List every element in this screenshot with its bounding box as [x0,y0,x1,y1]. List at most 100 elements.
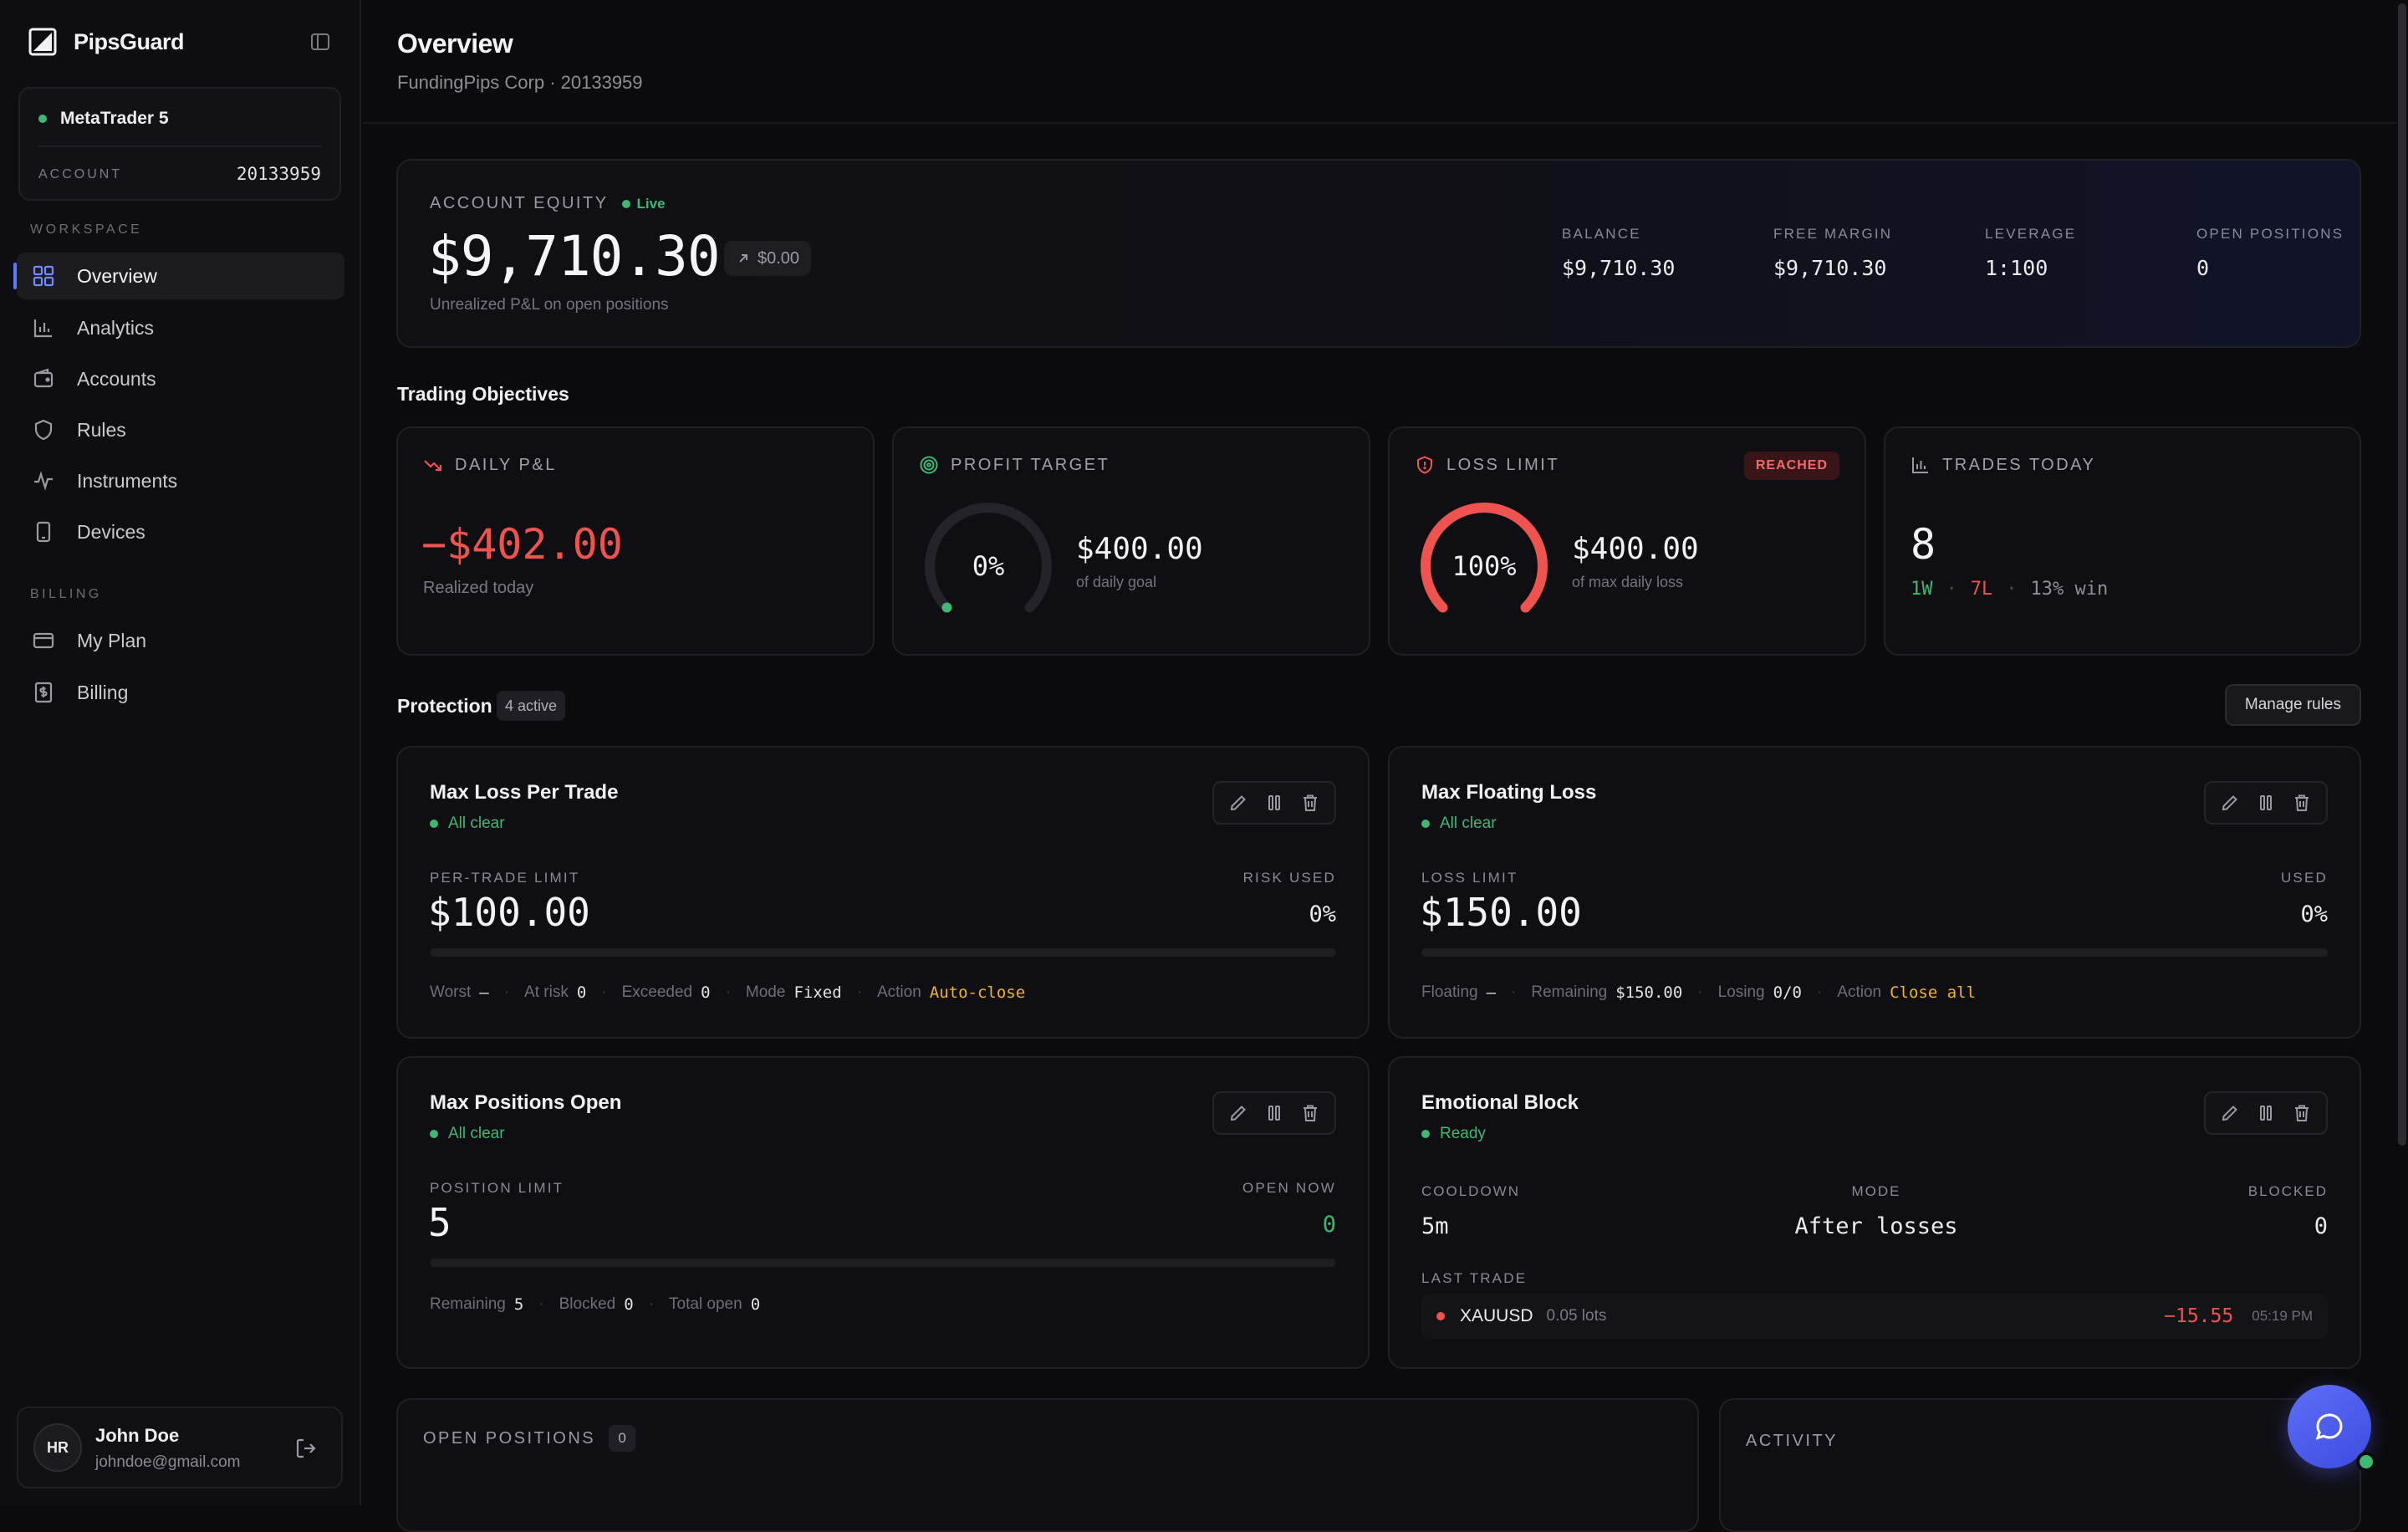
edit-icon[interactable] [2220,793,2240,813]
blocked-value: 0 [2314,1213,2328,1239]
sidebar-item-my-plan[interactable]: My Plan [17,617,344,664]
sidebar-item-accounts[interactable]: Accounts [17,355,344,402]
trash-icon[interactable] [2292,1103,2312,1123]
mode-label: MODE [1851,1183,1901,1199]
open-positions-header: OPEN POSITIONS 0 [423,1425,636,1452]
profit-target-note: of daily goal [1076,574,1157,590]
account-equity-card: ACCOUNT EQUITY Live $9,710.30 $0.00 Unre… [396,159,2361,348]
logout-icon[interactable] [294,1437,318,1460]
pause-icon[interactable] [2256,793,2276,813]
open-positions-count: 0 [609,1425,636,1452]
last-trade-label: LAST TRADE [1421,1270,1528,1286]
footer-key: Action [876,983,921,1001]
limit-value: 5 [428,1200,452,1245]
trash-icon[interactable] [1300,1103,1320,1123]
grid-icon [33,265,54,287]
rule-status-text: All clear [448,1125,505,1142]
status-dot [1421,820,1430,828]
separator: · [1511,983,1517,1001]
sidebar-item-analytics[interactable]: Analytics [17,304,344,351]
usage-progress [430,948,1336,957]
equity-change: $0.00 [758,248,800,268]
separator: · [856,983,862,1001]
connected-indicator [38,115,47,123]
active-indicator [13,263,17,289]
sidebar-item-billing[interactable]: Billing [17,669,344,716]
chat-bubble-icon [2315,1413,2343,1440]
footer-key: Floating [1421,983,1478,1001]
user-email: johndoe@gmail.com [95,1453,241,1471]
scrollbar-thumb[interactable] [2398,3,2406,1146]
stat-label: BALANCE [1562,226,1641,242]
sidebar-item-instruments[interactable]: Instruments [17,457,344,504]
pause-icon[interactable] [1264,1103,1284,1123]
sidebar-collapse-icon[interactable] [309,31,331,53]
limit-label: LOSS LIMIT [1421,870,1518,886]
stat-free-margin: FREE MARGIN $9,710.30 [1773,226,1892,280]
last-trade-row[interactable]: XAUUSD 0.05 lots −15.55 05:19 PM [1421,1294,2328,1339]
limit-label: POSITION LIMIT [430,1180,564,1196]
page-title: Overview [397,28,513,59]
platform-name: MetaTrader 5 [60,109,169,128]
footer-value: 0 [576,983,587,1002]
footer-key: Mode [745,983,786,1001]
rule-status-text: All clear [1440,815,1497,832]
rule-card-emotional-block: Emotional Block Ready COOLDOWN 5m MODE A… [1388,1056,2361,1369]
limit-value: $150.00 [1420,890,1582,935]
pause-icon[interactable] [1264,793,1284,813]
bar-chart-icon [33,319,52,338]
pause-icon[interactable] [2256,1103,2276,1123]
separator: · [1697,983,1703,1001]
shield-icon [34,419,53,441]
footer-value: 0/0 [1773,983,1802,1002]
avatar[interactable]: HR [33,1423,82,1472]
sidebar-item-devices[interactable]: Devices [17,508,344,555]
stat-label: OPEN POSITIONS [2196,226,2344,242]
divider [38,146,321,147]
rule-actions [2204,781,2328,825]
wins-count: 1W [1911,579,1933,600]
bar-chart-icon [1912,457,1928,473]
shield-alert-icon [1417,456,1432,474]
status-dot [430,820,438,828]
main-content: Overview FundingPips Corp · 20133959 ACC… [363,0,2396,1532]
sidebar-item-label: Analytics [77,316,155,339]
sidebar-item-rules[interactable]: Rules [17,406,344,453]
rule-title: Max Positions Open [430,1091,622,1114]
edit-icon[interactable] [1228,1103,1248,1123]
trending-down-icon [424,460,442,472]
trash-icon[interactable] [1300,793,1320,813]
rule-status: All clear [430,1125,505,1143]
stat-leverage: LEVERAGE 1:100 [1985,226,2076,280]
trash-icon[interactable] [2292,793,2312,813]
edit-icon[interactable] [1228,793,1248,813]
objective-label: PROFIT TARGET [951,455,1110,474]
platform-switcher[interactable]: MetaTrader 5 ACCOUNT 20133959 [18,87,341,201]
mode-value: After losses [1794,1213,1958,1239]
losses-count: 7L [1970,579,1993,600]
loss-indicator [1436,1312,1445,1320]
open-now-value: 0 [1322,1212,1336,1238]
footer-value: Close all [1890,983,1977,1002]
brand: PipsGuard [28,25,331,59]
trades-breakdown: 1W · 7L · 13% win [1911,579,2108,600]
edit-icon[interactable] [2220,1103,2240,1123]
footer-value: $150.00 [1615,983,1683,1002]
separator: · [1946,579,1957,600]
rule-footer: Floating — · Remaining $150.00 · Losing 0/0… [1421,983,1976,1002]
page-subtitle: FundingPips Corp · 20133959 [397,72,643,93]
status-badge: REACHED [1743,452,1839,480]
manage-rules-button[interactable]: Manage rules [2224,684,2361,726]
objective-label: LOSS LIMIT [1446,455,1560,474]
usage-label: RISK USED [1242,870,1336,886]
stat-value: 0 [2196,256,2210,280]
equity-note: Unrealized P&L on open positions [430,296,669,314]
usage-progress [1421,948,2328,957]
open-positions-label: OPEN POSITIONS [423,1428,596,1448]
loss-limit-note: of max daily loss [1572,574,1684,590]
trade-time: 05:19 PM [2252,1308,2313,1324]
stat-value: $9,710.30 [1562,256,1676,280]
sidebar-item-overview[interactable]: Overview [13,253,344,299]
daily-pnl-note: Realized today [423,579,534,597]
footer-key: Remaining [430,1295,506,1313]
